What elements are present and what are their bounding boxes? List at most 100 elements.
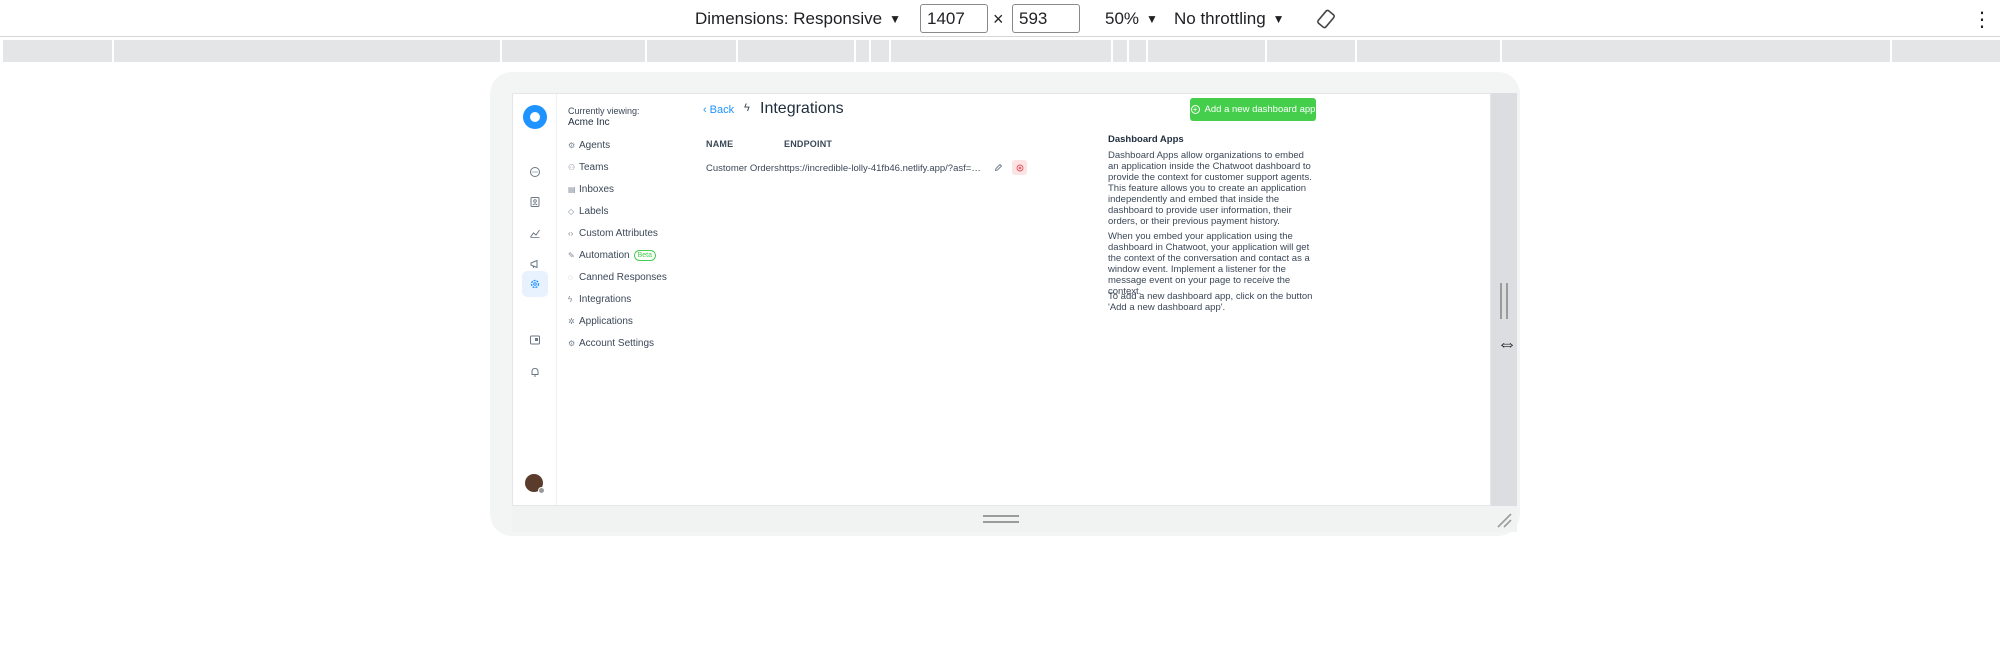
beta-badge: Beta	[633, 249, 656, 261]
chevron-left-icon: ‹	[703, 104, 707, 116]
chatwoot-logo[interactable]	[523, 105, 547, 129]
column-header-endpoint: ENDPOINT	[784, 139, 833, 149]
ruler-tick	[1890, 40, 1892, 62]
settings-sidebar: Currently viewing: Acme Inc ⚙ Agents ⚇ T…	[557, 94, 692, 505]
ruler-tick	[500, 40, 502, 62]
add-dashboard-app-button[interactable]: + Add a new dashboard app	[1190, 98, 1316, 121]
times-symbol: ×	[993, 8, 1004, 29]
info-paragraph: When you embed your application using th…	[1108, 231, 1310, 297]
caret-down-icon: ▼	[1272, 12, 1285, 26]
sidebar-item-label: Integrations	[579, 293, 632, 305]
sidebar-item-label: Applications	[579, 315, 633, 327]
sidebar-item-label: Agents	[579, 139, 611, 151]
back-button[interactable]: ‹ Back	[703, 103, 734, 117]
caret-down-icon: ▼	[1146, 12, 1158, 26]
inboxes-icon: ▤	[568, 184, 576, 194]
add-button-label: Add a new dashboard app	[1204, 104, 1316, 115]
ruler-tick	[645, 40, 647, 62]
page-title: Integrations	[760, 100, 844, 117]
column-header-name: NAME	[706, 139, 734, 149]
throttle-dropdown[interactable]: No throttling ▼	[1174, 6, 1285, 32]
throttle-label: No throttling	[1174, 9, 1266, 28]
corner-resize-icon[interactable]	[1495, 511, 1513, 529]
sidebar-item-agents[interactable]: ⚙ Agents	[568, 138, 610, 152]
more-options-icon[interactable]: ⋮	[1972, 6, 1992, 32]
ruler-tick	[1265, 40, 1267, 62]
delete-icon[interactable]	[1012, 160, 1027, 175]
info-title: Dashboard Apps	[1108, 134, 1184, 145]
table-row-endpoint: https://incredible-lolly-41fb46.netlify.…	[779, 163, 984, 174]
sidebar-item-integrations[interactable]: ϟ Integrations	[568, 292, 631, 306]
ruler-tick	[1500, 40, 1502, 62]
rotate-icon-svg	[1317, 9, 1335, 29]
contacts-icon[interactable]	[525, 192, 545, 212]
ruler-tick	[1111, 40, 1113, 62]
dimensions-dropdown[interactable]: Dimensions: Responsive ▼	[695, 6, 901, 32]
back-label: Back	[709, 104, 735, 116]
reports-icon[interactable]	[525, 223, 545, 243]
canned-responses-icon: ◌	[568, 272, 573, 282]
sidebar-item-teams[interactable]: ⚇ Teams	[568, 160, 608, 174]
info-paragraph: Dashboard Apps allow organizations to em…	[1108, 150, 1312, 227]
devtools-toolbar: Dimensions: Responsive ▼ × 50% ▼ No thro…	[0, 0, 2000, 37]
dimensions-label: Dimensions: Responsive	[695, 9, 883, 28]
primary-nav-rail	[513, 94, 557, 505]
sidebar-item-label: Automation	[579, 249, 630, 261]
agents-icon: ⚙	[568, 140, 576, 150]
caret-down-icon: ▼	[889, 12, 901, 26]
integrations-icon: ϟ	[568, 294, 573, 304]
account-settings-icon: ⚙	[568, 338, 576, 348]
width-input[interactable]	[920, 4, 988, 33]
teams-icon: ⚇	[568, 162, 576, 172]
ruler-tick	[869, 40, 871, 62]
info-paragraph: To add a new dashboard app, click on the…	[1108, 291, 1313, 313]
media-query-ruler	[3, 40, 2000, 62]
ruler-tick	[854, 40, 856, 62]
sidebar-item-labels[interactable]: ◇ Labels	[568, 204, 608, 218]
sidebar-item-label: Teams	[579, 161, 609, 173]
settings-icon[interactable]	[522, 271, 548, 297]
custom-attributes-icon: ‹›	[568, 228, 574, 238]
table-row-name: Customer Orders	[706, 163, 779, 174]
bottom-resize-handle[interactable]	[512, 506, 1517, 532]
sidebar-item-label: Labels	[579, 205, 609, 217]
sidebar-item-automation[interactable]: ✎ Automation Beta	[568, 248, 656, 262]
ruler-tick	[889, 40, 891, 62]
sidebar-item-account-settings[interactable]: ⚙ Account Settings	[568, 336, 654, 350]
ruler-tick	[736, 40, 738, 62]
rotate-icon[interactable]	[1315, 6, 1337, 32]
add-circle-icon: +	[1190, 105, 1200, 114]
bottom-resize-grip	[983, 515, 1019, 523]
height-input[interactable]	[1012, 4, 1080, 33]
user-avatar[interactable]	[525, 474, 545, 494]
availability-status-dot	[538, 487, 545, 494]
ruler-tick	[112, 40, 114, 62]
edit-icon[interactable]	[991, 160, 1005, 174]
conversations-icon[interactable]	[525, 162, 545, 182]
sidebar-item-label: Custom Attributes	[579, 227, 658, 239]
ruler-tick	[1146, 40, 1148, 62]
sidebar-item-inboxes[interactable]: ▤ Inboxes	[568, 182, 614, 196]
applications-icon: ✲	[568, 316, 575, 326]
horizontal-resize-cursor-icon: ⇔	[1497, 333, 1517, 355]
sidebar-item-applications[interactable]: ✲ Applications	[568, 314, 633, 328]
right-resize-grip	[1500, 283, 1508, 319]
sidebar-item-label: Account Settings	[579, 337, 655, 349]
sidebar-item-custom-attributes[interactable]: ‹› Custom Attributes	[568, 226, 658, 240]
automation-icon: ✎	[568, 250, 575, 260]
right-resize-handle[interactable]	[1491, 93, 1517, 506]
help-center-icon[interactable]	[525, 330, 545, 350]
zoom-label: 50%	[1105, 9, 1140, 28]
ruler-tick	[1127, 40, 1129, 62]
account-switcher[interactable]: Acme Inc	[568, 117, 610, 128]
sidebar-item-label: Canned Responses	[579, 271, 667, 283]
ruler-tick	[1355, 40, 1357, 62]
device-viewport: Currently viewing: Acme Inc ⚙ Agents ⚇ T…	[512, 93, 1491, 506]
labels-icon: ◇	[568, 206, 575, 216]
integrations-bolt-icon: ϟ	[744, 102, 750, 114]
currently-viewing-label: Currently viewing:	[568, 106, 640, 116]
sidebar-item-canned-responses[interactable]: ◌ Canned Responses	[568, 270, 667, 284]
sidebar-item-label: Inboxes	[579, 183, 615, 195]
notifications-icon[interactable]	[525, 362, 545, 382]
zoom-dropdown[interactable]: 50% ▼	[1105, 6, 1158, 32]
